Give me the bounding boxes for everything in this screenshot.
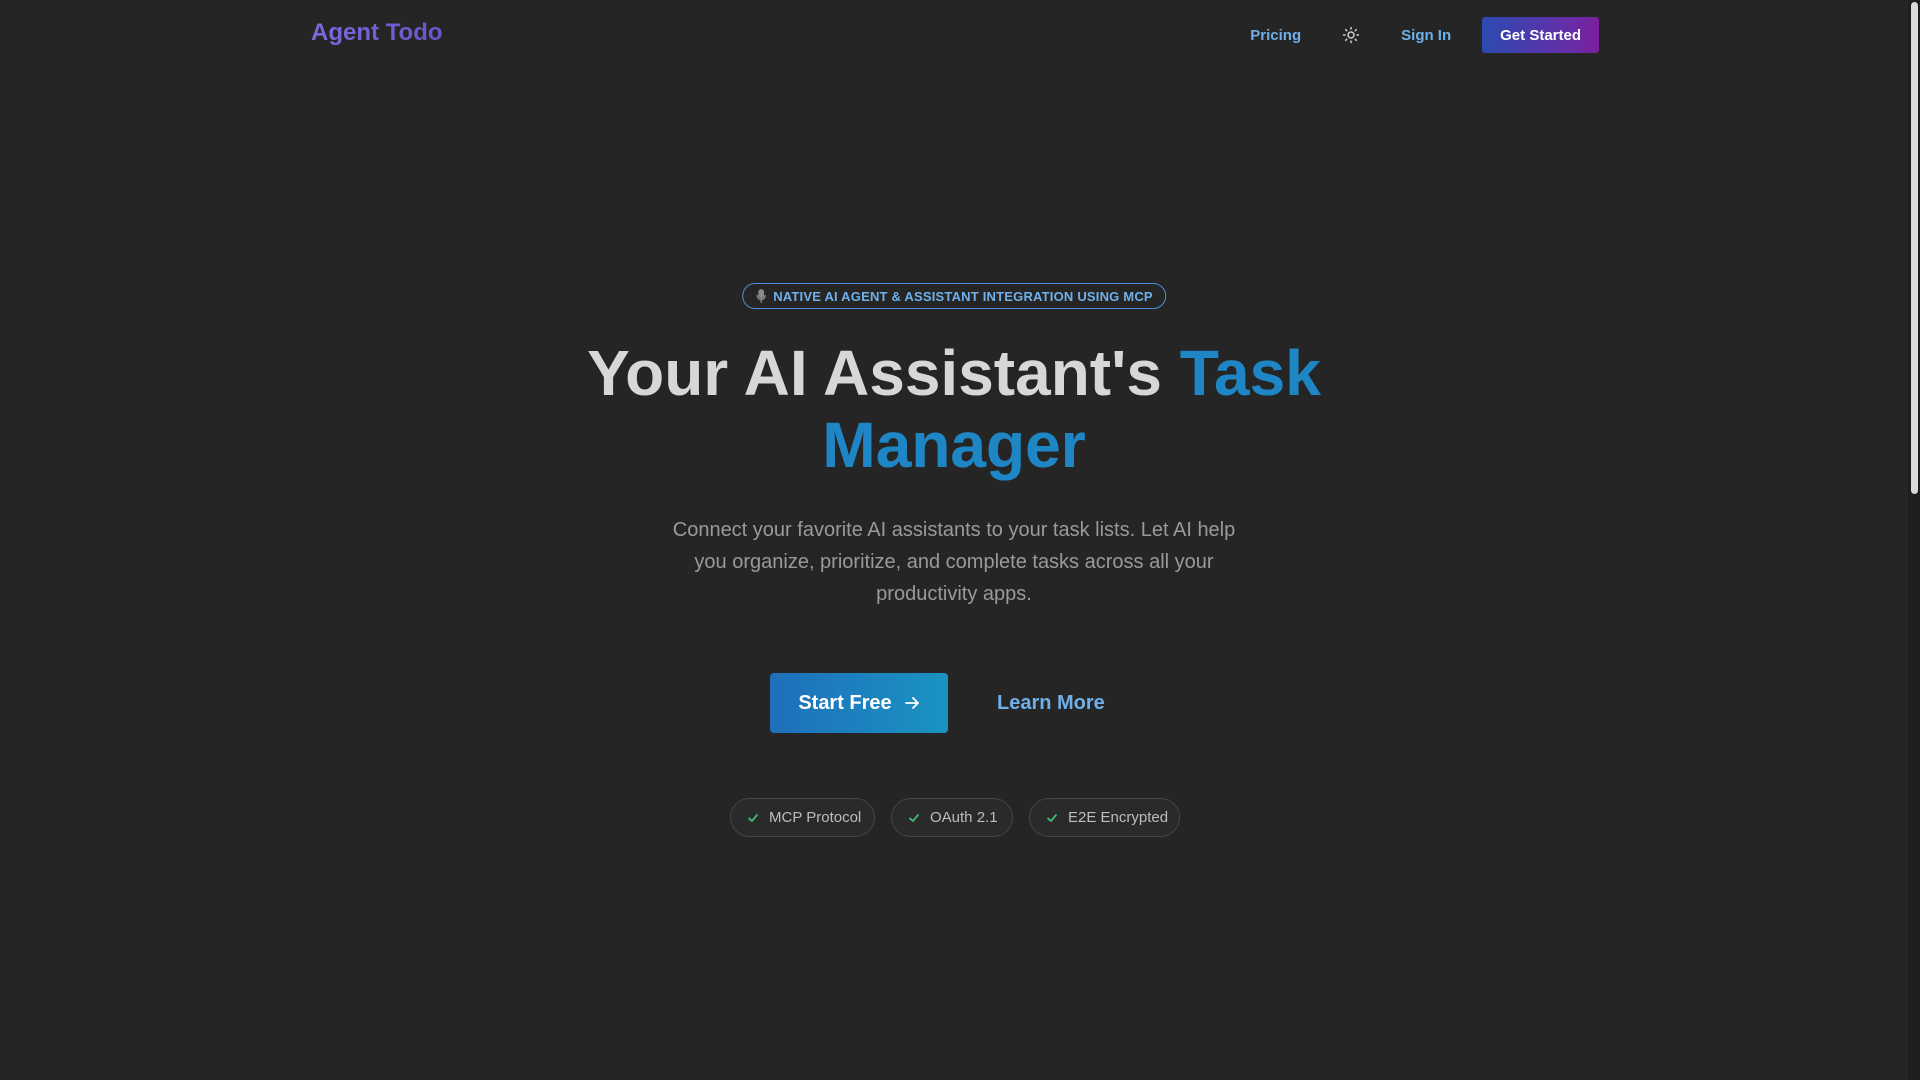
microphone-icon (755, 289, 767, 303)
sun-icon (1342, 26, 1360, 44)
feature-pill-label: OAuth 2.1 (930, 809, 998, 826)
nav-pricing-link[interactable]: Pricing (1250, 27, 1301, 44)
arrow-right-icon (904, 695, 920, 711)
check-icon (1046, 812, 1058, 824)
feature-pill-label: E2E Encrypted (1068, 809, 1169, 826)
badge-text: NATIVE AI AGENT & ASSISTANT INTEGRATION … (773, 288, 1153, 304)
sign-in-link[interactable]: Sign In (1401, 27, 1451, 44)
hero-subtitle: Connect your favorite AI assistants to y… (672, 519, 1236, 605)
hero-title-main: Your AI Assistant's (587, 337, 1180, 409)
feature-pill: E2E Encrypted (1029, 798, 1180, 837)
logo[interactable]: Agent Todo (311, 19, 443, 47)
start-free-label: Start Free (798, 691, 892, 714)
page-scrollbar[interactable] (1908, 0, 1920, 1080)
feature-pill: MCP Protocol (730, 798, 875, 837)
site-header: Agent Todo Pricing Sign In Get Started (0, 0, 1908, 70)
landing-page: Agent Todo Pricing Sign In Get Started N… (0, 0, 1920, 1080)
top-nav: Pricing Sign In Get Started (1250, 17, 1599, 53)
theme-toggle-button[interactable] (1340, 24, 1362, 46)
integration-badge: NATIVE AI AGENT & ASSISTANT INTEGRATION … (742, 283, 1166, 309)
check-icon (908, 812, 920, 824)
learn-more-link[interactable]: Learn More (997, 673, 1105, 733)
hero-title: Your AI Assistant's Task Manager (504, 337, 1404, 481)
scrollbar-thumb[interactable] (1911, 2, 1918, 494)
get-started-button[interactable]: Get Started (1482, 17, 1599, 53)
feature-pill: OAuth 2.1 (891, 798, 1013, 837)
feature-pill-label: MCP Protocol (769, 809, 862, 826)
start-free-button[interactable]: Start Free (770, 673, 948, 733)
feature-pills: MCP Protocol OAuth 2.1 E2E Encrypted (0, 798, 1908, 837)
cta-row: Start Free Learn More (0, 673, 1908, 733)
check-icon (747, 812, 759, 824)
